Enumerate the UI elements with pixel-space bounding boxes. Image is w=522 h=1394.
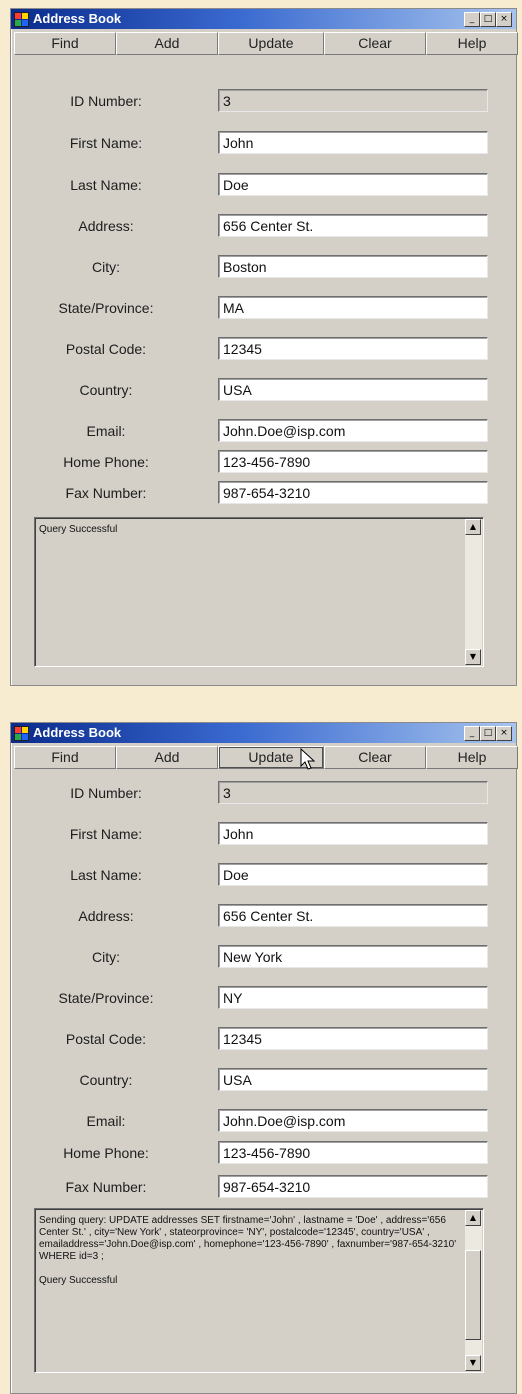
city-field[interactable]: Boston	[218, 255, 488, 278]
home-phone-field[interactable]: 123-456-7890	[218, 450, 488, 473]
window-title: Address Book	[33, 725, 122, 740]
state-field[interactable]: MA	[218, 296, 488, 319]
output-scrollbar[interactable]: ▲ ▼	[465, 1210, 482, 1371]
fax-field[interactable]: 987-654-3210	[218, 481, 488, 504]
first-name-label: First Name:	[69, 135, 143, 151]
toolbar: Find Add Update Clear Help	[14, 30, 518, 56]
state-field[interactable]: NY	[218, 986, 488, 1009]
id-label: ID Number:	[70, 785, 142, 801]
minimize-icon[interactable]: _	[464, 726, 480, 741]
find-button[interactable]: Find	[14, 32, 116, 55]
first-name-label: First Name:	[69, 826, 143, 842]
find-button[interactable]: Find	[14, 746, 116, 769]
email-field[interactable]: John.Doe@isp.com	[218, 1109, 488, 1132]
help-button[interactable]: Help	[426, 32, 518, 55]
minimize-icon[interactable]: _	[464, 12, 480, 27]
postal-code-field[interactable]: 12345	[218, 337, 488, 360]
home-phone-label: Home Phone:	[63, 454, 149, 470]
scroll-up-icon[interactable]: ▲	[465, 519, 481, 535]
output-textbox[interactable]: Query Successful ▲ ▼	[34, 517, 484, 667]
address-label: Address:	[78, 908, 134, 924]
city-label: City:	[92, 949, 120, 965]
address-field[interactable]: 656 Center St.	[218, 904, 488, 927]
address-book-window-before: Address Book _ □ × Find Add Update Clear…	[10, 8, 518, 686]
email-label: Email:	[86, 1113, 126, 1129]
city-field[interactable]: New York	[218, 945, 488, 968]
address-book-window-after: Address Book _ □ × Find Add Update Clear…	[10, 722, 518, 1394]
clear-button[interactable]: Clear	[324, 746, 426, 769]
app-icon	[14, 12, 29, 27]
scroll-up-icon[interactable]: ▲	[465, 1210, 481, 1226]
help-button[interactable]: Help	[426, 746, 518, 769]
first-name-field[interactable]: John	[218, 131, 488, 154]
window-title: Address Book	[33, 11, 122, 26]
mouse-cursor-icon	[300, 748, 316, 770]
last-name-label: Last Name:	[70, 177, 142, 193]
scroll-thumb[interactable]	[465, 1250, 481, 1340]
id-field: 3	[218, 781, 488, 804]
country-label: Country:	[79, 1072, 133, 1088]
title-bar: Address Book _ □ ×	[11, 723, 516, 743]
postal-code-field[interactable]: 12345	[218, 1027, 488, 1050]
fax-field[interactable]: 987-654-3210	[218, 1175, 488, 1198]
home-phone-field[interactable]: 123-456-7890	[218, 1141, 488, 1164]
postal-code-label: Postal Code:	[65, 1031, 147, 1047]
state-label: State/Province:	[58, 990, 154, 1006]
fax-label: Fax Number:	[65, 485, 147, 501]
city-label: City:	[92, 259, 120, 275]
maximize-icon[interactable]: □	[480, 726, 496, 741]
country-field[interactable]: USA	[218, 378, 488, 401]
title-bar: Address Book _ □ ×	[11, 9, 516, 29]
id-label: ID Number:	[70, 93, 142, 109]
close-icon[interactable]: ×	[496, 726, 512, 741]
clear-button[interactable]: Clear	[324, 32, 426, 55]
postal-code-label: Postal Code:	[65, 341, 147, 357]
address-field[interactable]: 656 Center St.	[218, 214, 488, 237]
first-name-field[interactable]: John	[218, 822, 488, 845]
close-icon[interactable]: ×	[496, 12, 512, 27]
add-button[interactable]: Add	[116, 32, 218, 55]
home-phone-label: Home Phone:	[63, 1145, 149, 1161]
country-label: Country:	[79, 382, 133, 398]
toolbar: Find Add Update Clear Help	[14, 744, 518, 770]
output-scrollbar[interactable]: ▲ ▼	[465, 519, 482, 665]
last-name-field[interactable]: Doe	[218, 863, 488, 886]
email-label: Email:	[86, 423, 126, 439]
address-label: Address:	[78, 218, 134, 234]
id-field: 3	[218, 89, 488, 112]
last-name-label: Last Name:	[70, 867, 142, 883]
app-icon	[14, 726, 29, 741]
fax-label: Fax Number:	[65, 1179, 147, 1195]
output-text: Query Successful	[39, 524, 118, 535]
country-field[interactable]: USA	[218, 1068, 488, 1091]
state-label: State/Province:	[58, 300, 154, 316]
scroll-down-icon[interactable]: ▼	[465, 649, 481, 665]
scroll-down-icon[interactable]: ▼	[465, 1355, 481, 1371]
email-field[interactable]: John.Doe@isp.com	[218, 419, 488, 442]
output-textbox[interactable]: Sending query: UPDATE addresses SET firs…	[34, 1208, 484, 1373]
output-text: Sending query: UPDATE addresses SET firs…	[39, 1215, 457, 1286]
add-button[interactable]: Add	[116, 746, 218, 769]
update-button[interactable]: Update	[218, 32, 324, 55]
maximize-icon[interactable]: □	[480, 12, 496, 27]
last-name-field[interactable]: Doe	[218, 173, 488, 196]
